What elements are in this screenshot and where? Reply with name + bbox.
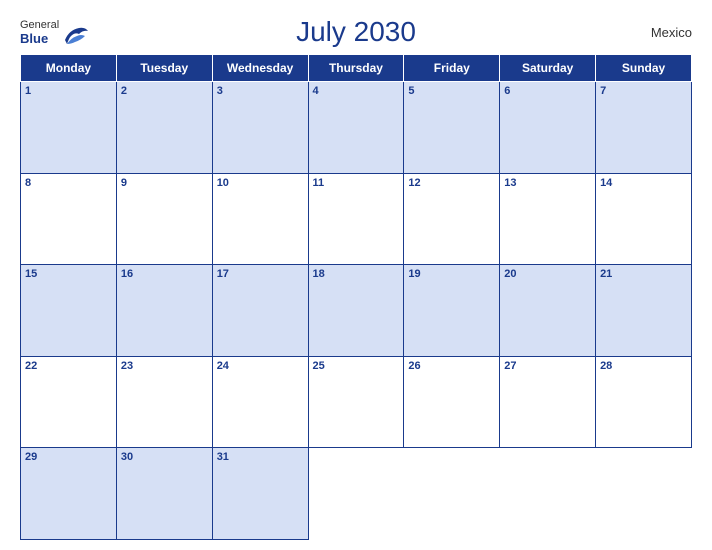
day-number: 30	[121, 451, 208, 463]
calendar-day: 11	[308, 173, 404, 265]
calendar-day: 14	[596, 173, 692, 265]
day-number: 24	[217, 360, 304, 372]
weekday-header-wednesday: Wednesday	[212, 55, 308, 82]
calendar-day: 19	[404, 265, 500, 357]
country-label: Mexico	[651, 25, 692, 40]
calendar-day: 21	[596, 265, 692, 357]
day-number: 6	[504, 85, 591, 97]
calendar-day: 3	[212, 82, 308, 174]
logo-blue: Blue	[20, 31, 59, 46]
calendar-day: 4	[308, 82, 404, 174]
weekday-header-row: MondayTuesdayWednesdayThursdayFridaySatu…	[21, 55, 692, 82]
day-number: 13	[504, 177, 591, 189]
calendar-day: 31	[212, 448, 308, 540]
calendar-week-4: 22 23 24 25 26 27 28	[21, 356, 692, 448]
day-number: 8	[25, 177, 112, 189]
calendar-day: 30	[116, 448, 212, 540]
calendar-day: 13	[500, 173, 596, 265]
calendar-day	[500, 448, 596, 540]
day-number: 20	[504, 268, 591, 280]
calendar-day: 28	[596, 356, 692, 448]
day-number: 5	[408, 85, 495, 97]
weekday-header-friday: Friday	[404, 55, 500, 82]
weekday-header-sunday: Sunday	[596, 55, 692, 82]
day-number: 1	[25, 85, 112, 97]
day-number: 25	[313, 360, 400, 372]
calendar-day: 16	[116, 265, 212, 357]
weekday-header-monday: Monday	[21, 55, 117, 82]
weekday-header-thursday: Thursday	[308, 55, 404, 82]
day-number: 27	[504, 360, 591, 372]
calendar-day: 25	[308, 356, 404, 448]
calendar-day: 18	[308, 265, 404, 357]
calendar-day: 6	[500, 82, 596, 174]
calendar-header: General Blue July 2030 Mexico	[20, 16, 692, 48]
calendar-day: 24	[212, 356, 308, 448]
month-title: July 2030	[296, 16, 416, 48]
calendar-day: 23	[116, 356, 212, 448]
calendar-day: 17	[212, 265, 308, 357]
calendar-day: 20	[500, 265, 596, 357]
day-number: 21	[600, 268, 687, 280]
day-number: 17	[217, 268, 304, 280]
day-number: 3	[217, 85, 304, 97]
calendar-day: 29	[21, 448, 117, 540]
day-number: 29	[25, 451, 112, 463]
logo: General Blue	[20, 19, 89, 46]
calendar-table: MondayTuesdayWednesdayThursdayFridaySatu…	[20, 54, 692, 540]
day-number: 16	[121, 268, 208, 280]
calendar-week-5: 29 30 31	[21, 448, 692, 540]
calendar-day	[596, 448, 692, 540]
calendar-day	[308, 448, 404, 540]
calendar-week-1: 1234567	[21, 82, 692, 174]
day-number: 14	[600, 177, 687, 189]
calendar-day: 22	[21, 356, 117, 448]
calendar-week-3: 15 16 17 18 19 20 21	[21, 265, 692, 357]
day-number: 15	[25, 268, 112, 280]
day-number: 23	[121, 360, 208, 372]
day-number: 7	[600, 85, 687, 97]
day-number: 19	[408, 268, 495, 280]
day-number: 11	[313, 177, 400, 189]
calendar-day: 8	[21, 173, 117, 265]
calendar-day: 9	[116, 173, 212, 265]
logo-bird-icon	[61, 26, 89, 46]
weekday-header-saturday: Saturday	[500, 55, 596, 82]
day-number: 12	[408, 177, 495, 189]
day-number: 22	[25, 360, 112, 372]
calendar-day: 10	[212, 173, 308, 265]
calendar-day: 5	[404, 82, 500, 174]
day-number: 18	[313, 268, 400, 280]
calendar-day: 12	[404, 173, 500, 265]
day-number: 31	[217, 451, 304, 463]
day-number: 10	[217, 177, 304, 189]
day-number: 28	[600, 360, 687, 372]
day-number: 9	[121, 177, 208, 189]
calendar-day: 26	[404, 356, 500, 448]
calendar-day: 15	[21, 265, 117, 357]
day-number: 26	[408, 360, 495, 372]
logo-general: General	[20, 19, 59, 31]
calendar-day: 2	[116, 82, 212, 174]
day-number: 2	[121, 85, 208, 97]
weekday-header-tuesday: Tuesday	[116, 55, 212, 82]
calendar-week-2: 89 10 11 12 13 14	[21, 173, 692, 265]
calendar-day: 27	[500, 356, 596, 448]
calendar-day: 1	[21, 82, 117, 174]
day-number: 4	[313, 85, 400, 97]
calendar-day	[404, 448, 500, 540]
calendar-day: 7	[596, 82, 692, 174]
